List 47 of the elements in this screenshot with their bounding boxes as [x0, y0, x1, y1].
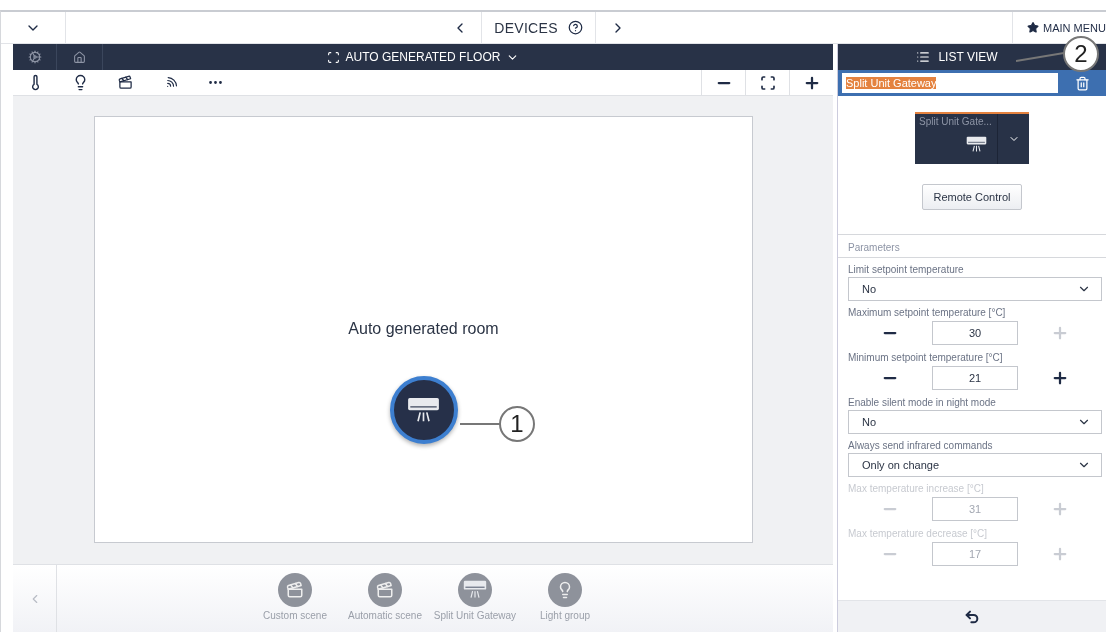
parameter-select[interactable]: Only on change	[848, 453, 1102, 477]
palette-item-icon[interactable]	[548, 573, 582, 607]
back-icon[interactable]	[964, 608, 980, 625]
device-tile[interactable]: Split Unit Gate...	[915, 112, 1029, 164]
leader-line	[460, 423, 500, 425]
air-conditioner-icon	[407, 396, 440, 424]
parameter-label: Always send infrared commands	[848, 440, 994, 451]
section-title: Parameters	[848, 242, 900, 253]
star-icon	[1027, 21, 1040, 34]
air-conditioner-icon	[463, 580, 487, 600]
leader-line	[1016, 52, 1064, 62]
parameter-label: Limit setpoint temperature	[848, 264, 965, 275]
gear-icon[interactable]	[27, 50, 42, 64]
main-menu-link[interactable]: MAIN MENU	[1043, 21, 1106, 34]
list-view-title[interactable]: LIST VIEW	[938, 50, 998, 64]
clapperboard-icon[interactable]	[118, 75, 133, 90]
parameter-label: Minimum setpoint temperature [°C]	[848, 352, 1004, 363]
tile-label: Split Unit Gate...	[919, 116, 993, 127]
clapperboard-icon	[376, 581, 394, 599]
device-button[interactable]	[389, 376, 458, 444]
value-field[interactable]: 21	[932, 366, 1018, 390]
clapperboard-icon	[286, 581, 304, 599]
palette-item-icon[interactable]	[458, 573, 492, 607]
air-conditioner-icon	[966, 136, 987, 153]
floor-icon	[326, 50, 340, 64]
help-icon[interactable]	[567, 20, 583, 35]
palette-item-icon[interactable]	[278, 573, 312, 607]
parameter-label: Enable silent mode in night mode	[848, 397, 997, 408]
list-icon	[916, 50, 931, 64]
delete-icon[interactable]	[1074, 75, 1090, 91]
palette-item-label: Light group	[539, 610, 590, 621]
room-name: Auto generated room	[348, 320, 499, 338]
palette-item-label: Custom scene	[263, 610, 327, 621]
fit-icon[interactable]	[759, 74, 776, 91]
palette-item-icon[interactable]	[368, 573, 402, 607]
page-title: DEVICES	[494, 19, 558, 36]
value-field[interactable]: 30	[932, 321, 1018, 345]
parameter-label: Maximum setpoint temperature [°C]	[848, 307, 1007, 318]
floor-title[interactable]: AUTO GENERATED FLOOR	[345, 50, 501, 64]
plus-icon[interactable]	[1051, 369, 1069, 387]
parameter-select[interactable]: No	[848, 277, 1102, 301]
palette-item-label: Automatic scene	[348, 610, 422, 621]
callout-number: 2	[1063, 36, 1099, 72]
palette-item-label: Split Unit Gateway	[433, 610, 517, 621]
home-icon[interactable]	[73, 50, 86, 64]
parameter-select[interactable]: No	[848, 410, 1102, 434]
remote-control-button[interactable]: Remote Control	[922, 184, 1022, 210]
